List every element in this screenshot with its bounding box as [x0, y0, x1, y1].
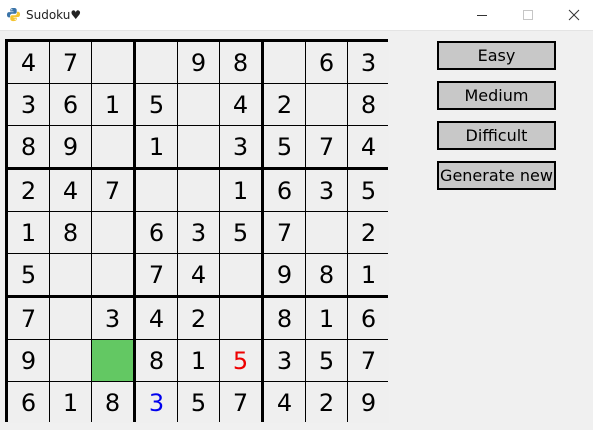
sudoku-cell-r3c5[interactable] — [178, 126, 219, 167]
close-icon — [568, 9, 580, 21]
sudoku-cell-r8c5[interactable]: 1 — [178, 340, 219, 381]
sudoku-cell-r7c9[interactable]: 6 — [348, 298, 389, 339]
sudoku-cell-r9c3[interactable]: 8 — [92, 382, 133, 423]
sudoku-cell-r3c4[interactable]: 1 — [136, 126, 177, 167]
sudoku-cell-r8c4[interactable]: 8 — [136, 340, 177, 381]
maximize-button[interactable] — [505, 0, 551, 30]
sudoku-cell-r2c6[interactable]: 4 — [220, 84, 261, 125]
sudoku-cell-r9c4[interactable]: 3 — [136, 382, 177, 423]
sudoku-cell-r2c3[interactable]: 1 — [92, 84, 133, 125]
sudoku-cell-r5c7[interactable]: 7 — [264, 212, 305, 253]
sudoku-cell-r8c8[interactable]: 5 — [306, 340, 347, 381]
sudoku-cell-r3c8[interactable]: 7 — [306, 126, 347, 167]
sudoku-cell-r4c2[interactable]: 4 — [50, 170, 91, 211]
sudoku-cell-r9c6[interactable]: 7 — [220, 382, 261, 423]
sudoku-cell-r5c5[interactable]: 3 — [178, 212, 219, 253]
sudoku-cell-r2c5[interactable] — [178, 84, 219, 125]
sudoku-cell-r2c4[interactable]: 5 — [136, 84, 177, 125]
sudoku-cell-r8c1[interactable]: 9 — [8, 340, 49, 381]
sudoku-cell-r8c9[interactable]: 7 — [348, 340, 389, 381]
sudoku-cell-r8c6[interactable]: 5 — [220, 340, 261, 381]
sudoku-cell-r1c8[interactable]: 6 — [306, 42, 347, 83]
minimize-icon — [477, 15, 487, 16]
sudoku-cell-r4c8[interactable]: 3 — [306, 170, 347, 211]
sudoku-cell-r6c6[interactable] — [220, 254, 261, 295]
sudoku-cell-r6c9[interactable]: 1 — [348, 254, 389, 295]
generate-new-button[interactable]: Generate new — [437, 161, 556, 190]
difficult-button[interactable]: Difficult — [437, 121, 556, 150]
sudoku-cell-r6c7[interactable]: 9 — [264, 254, 305, 295]
sudoku-cell-r6c5[interactable]: 4 — [178, 254, 219, 295]
sudoku-cell-r2c9[interactable]: 8 — [348, 84, 389, 125]
sudoku-cell-r7c6[interactable] — [220, 298, 261, 339]
sudoku-cell-r9c7[interactable]: 4 — [264, 382, 305, 423]
sudoku-cell-r8c3[interactable] — [92, 340, 133, 381]
close-button[interactable] — [551, 0, 593, 30]
sudoku-cell-r1c7[interactable] — [264, 42, 305, 83]
sudoku-cell-r6c2[interactable] — [50, 254, 91, 295]
sudoku-cell-r5c1[interactable]: 1 — [8, 212, 49, 253]
sudoku-cell-r5c4[interactable]: 6 — [136, 212, 177, 253]
sudoku-cell-r7c4[interactable]: 4 — [136, 298, 177, 339]
title-bar: Sudoku♥ — [0, 0, 593, 31]
sudoku-cell-r2c2[interactable]: 6 — [50, 84, 91, 125]
window-title: Sudoku♥ — [26, 8, 82, 22]
sudoku-cell-r3c6[interactable]: 3 — [220, 126, 261, 167]
easy-button[interactable]: Easy — [437, 41, 556, 70]
sudoku-cell-r1c4[interactable] — [136, 42, 177, 83]
sudoku-cell-r7c2[interactable] — [50, 298, 91, 339]
medium-button[interactable]: Medium — [437, 81, 556, 110]
python-icon — [6, 7, 21, 22]
sudoku-cell-r4c3[interactable]: 7 — [92, 170, 133, 211]
sudoku-cell-r4c1[interactable]: 2 — [8, 170, 49, 211]
sudoku-cell-r6c1[interactable]: 5 — [8, 254, 49, 295]
sudoku-cell-r1c3[interactable] — [92, 42, 133, 83]
sudoku-cell-r3c2[interactable]: 9 — [50, 126, 91, 167]
sudoku-cell-r8c7[interactable]: 3 — [264, 340, 305, 381]
sudoku-cell-r3c3[interactable] — [92, 126, 133, 167]
sudoku-cell-r1c2[interactable]: 7 — [50, 42, 91, 83]
sudoku-cell-r4c7[interactable]: 6 — [264, 170, 305, 211]
sudoku-cell-r9c9[interactable]: 9 — [348, 382, 389, 423]
sudoku-cell-r5c3[interactable] — [92, 212, 133, 253]
sudoku-cell-r6c4[interactable]: 7 — [136, 254, 177, 295]
sudoku-cell-r9c2[interactable]: 1 — [50, 382, 91, 423]
minimize-button[interactable] — [459, 0, 505, 30]
sudoku-cell-r9c8[interactable]: 2 — [306, 382, 347, 423]
sudoku-cell-r4c6[interactable]: 1 — [220, 170, 261, 211]
sudoku-cell-r5c9[interactable]: 2 — [348, 212, 389, 253]
sudoku-cell-r4c4[interactable] — [136, 170, 177, 211]
sudoku-cell-r3c7[interactable]: 5 — [264, 126, 305, 167]
sudoku-cell-r1c9[interactable]: 3 — [348, 42, 389, 83]
sudoku-cell-r9c1[interactable]: 6 — [8, 382, 49, 423]
sudoku-cell-r6c3[interactable] — [92, 254, 133, 295]
sudoku-cell-r1c5[interactable]: 9 — [178, 42, 219, 83]
sudoku-cell-r2c7[interactable]: 2 — [264, 84, 305, 125]
sudoku-cell-r6c8[interactable]: 8 — [306, 254, 347, 295]
sudoku-cell-r4c9[interactable]: 5 — [348, 170, 389, 211]
sudoku-cell-r2c1[interactable]: 3 — [8, 84, 49, 125]
sudoku-cell-r7c5[interactable]: 2 — [178, 298, 219, 339]
sudoku-cell-r3c9[interactable]: 4 — [348, 126, 389, 167]
sudoku-board: 4798633615428891357424716351863572574981… — [5, 39, 389, 423]
sudoku-cell-r7c7[interactable]: 8 — [264, 298, 305, 339]
sudoku-cell-r1c6[interactable]: 8 — [220, 42, 261, 83]
sudoku-cell-r7c3[interactable]: 3 — [92, 298, 133, 339]
sudoku-cell-r3c1[interactable]: 8 — [8, 126, 49, 167]
sudoku-cell-r9c5[interactable]: 5 — [178, 382, 219, 423]
sudoku-cell-r8c2[interactable] — [50, 340, 91, 381]
sudoku-cell-r4c5[interactable] — [178, 170, 219, 211]
sudoku-cell-r7c8[interactable]: 1 — [306, 298, 347, 339]
sudoku-cell-r5c6[interactable]: 5 — [220, 212, 261, 253]
sudoku-cell-r7c1[interactable]: 7 — [8, 298, 49, 339]
sudoku-cell-r5c2[interactable]: 8 — [50, 212, 91, 253]
sudoku-cell-r1c1[interactable]: 4 — [8, 42, 49, 83]
sudoku-cell-r5c8[interactable] — [306, 212, 347, 253]
sudoku-cell-r2c8[interactable] — [306, 84, 347, 125]
maximize-icon — [523, 10, 533, 20]
